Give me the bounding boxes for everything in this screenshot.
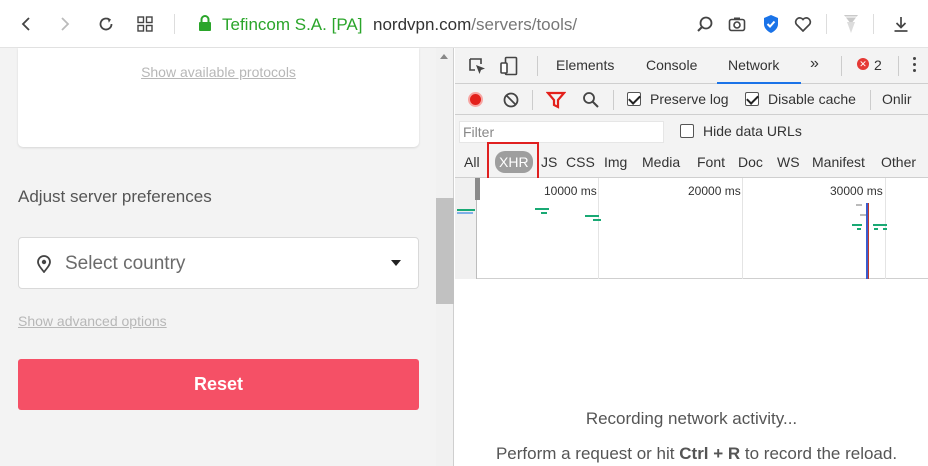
- devtools-menu-icon[interactable]: [913, 57, 917, 75]
- timeline-selection-shade: [455, 178, 477, 279]
- error-count[interactable]: 2: [874, 57, 882, 73]
- lock-icon[interactable]: [198, 14, 212, 37]
- scroll-thumb[interactable]: [436, 198, 454, 304]
- toolbar-separator: [873, 14, 874, 34]
- timeline-label: 30000 ms: [830, 184, 883, 198]
- type-filter-img[interactable]: Img: [604, 154, 627, 170]
- extension-icon[interactable]: [839, 12, 863, 36]
- address-bar[interactable]: nordvpn.com/servers/tools/: [373, 15, 577, 35]
- shield-icon[interactable]: [759, 12, 783, 36]
- preferences-title: Adjust server preferences: [18, 187, 212, 206]
- type-filter-all[interactable]: All: [464, 154, 480, 170]
- type-filter-font[interactable]: Font: [697, 154, 725, 170]
- tab-console[interactable]: Console: [646, 57, 697, 73]
- disable-cache-label[interactable]: Disable cache: [768, 91, 856, 107]
- request-bar: [852, 224, 862, 226]
- filter-input[interactable]: Filter: [459, 121, 664, 143]
- type-filter-js[interactable]: JS: [541, 154, 557, 170]
- network-overview-timeline[interactable]: 10000 ms 20000 ms 30000 ms: [455, 178, 928, 279]
- site-identity[interactable]: Tefincom S.A. [PA]: [222, 15, 362, 35]
- toolbar-separator: [870, 90, 871, 110]
- country-select-value: Select country: [65, 253, 186, 274]
- page-scrollbar[interactable]: [436, 48, 454, 466]
- show-advanced-link[interactable]: Show advanced options: [18, 313, 167, 329]
- type-filter-media[interactable]: Media: [642, 154, 680, 170]
- url-path: /servers/tools/: [471, 15, 578, 34]
- search-icon[interactable]: [693, 12, 717, 36]
- tabbar-separator: [537, 56, 538, 76]
- inspect-element-icon[interactable]: [467, 56, 487, 81]
- forward-icon[interactable]: [53, 12, 77, 36]
- timeline-gridline: [742, 178, 743, 279]
- grid-icon[interactable]: [133, 12, 157, 36]
- download-icon[interactable]: [889, 12, 913, 36]
- clear-icon[interactable]: [502, 91, 520, 114]
- timeline-handle[interactable]: [475, 178, 480, 200]
- location-pin-icon: [36, 255, 52, 278]
- request-bar: [585, 215, 599, 217]
- tab-elements[interactable]: Elements: [556, 57, 614, 73]
- tab-network[interactable]: Network: [728, 57, 779, 73]
- more-tabs-button[interactable]: »: [810, 55, 819, 73]
- preserve-log-label[interactable]: Preserve log: [650, 91, 729, 107]
- toolbar-separator: [826, 14, 827, 34]
- preserve-log-checkbox[interactable]: [627, 92, 641, 106]
- devtools-panel: Elements Console Network » ✕ 2 Preserve …: [455, 48, 928, 466]
- timeline-gridline: [598, 178, 599, 279]
- request-bar: [856, 204, 862, 206]
- protocols-card: Show available protocols: [18, 48, 419, 147]
- timeline-label: 10000 ms: [544, 184, 597, 198]
- country-select[interactable]: Select country: [18, 237, 419, 289]
- request-bar: [535, 208, 549, 210]
- filter-icon[interactable]: [545, 91, 567, 114]
- web-page: Show available protocols Adjust server p…: [0, 48, 436, 466]
- reload-hint: Perform a request or hit Ctrl + R to rec…: [460, 444, 928, 464]
- request-bar: [873, 224, 887, 226]
- throttling-select[interactable]: Onlir: [882, 91, 912, 107]
- toolbar-separator: [174, 14, 175, 34]
- timeline-label: 20000 ms: [688, 184, 741, 198]
- show-protocols-link[interactable]: Show available protocols: [18, 64, 419, 80]
- load-event-marker: [868, 203, 869, 279]
- scroll-up-arrow[interactable]: [440, 54, 448, 59]
- record-icon[interactable]: [468, 92, 483, 107]
- type-filter-doc[interactable]: Doc: [738, 154, 763, 170]
- devtools-tabbar: Elements Console Network » ✕ 2: [455, 48, 928, 84]
- hide-data-urls-label[interactable]: Hide data URLs: [703, 123, 802, 139]
- tabbar-separator: [841, 56, 842, 76]
- request-bar: [857, 228, 861, 230]
- request-bar: [457, 212, 473, 214]
- disable-cache-checkbox[interactable]: [745, 92, 759, 106]
- request-bar: [457, 209, 475, 211]
- search-icon[interactable]: [582, 91, 600, 114]
- reload-hint-pre: Perform a request or hit: [495, 444, 680, 463]
- chevron-down-icon: [391, 260, 401, 266]
- type-filter-ws[interactable]: WS: [777, 154, 800, 170]
- type-filter-other[interactable]: Other: [881, 154, 916, 170]
- network-toolbar: Preserve log Disable cache Onlir: [455, 84, 928, 115]
- toolbar-separator: [613, 90, 614, 110]
- toolbar-separator: [532, 90, 533, 110]
- reset-button[interactable]: Reset: [18, 359, 419, 410]
- type-filter-css[interactable]: CSS: [566, 154, 595, 170]
- error-icon[interactable]: ✕: [857, 58, 869, 70]
- request-bar: [541, 212, 547, 214]
- reload-hint-post: to record the reload.: [740, 444, 898, 463]
- back-icon[interactable]: [14, 12, 38, 36]
- reload-shortcut: Ctrl + R: [679, 444, 741, 463]
- camera-icon[interactable]: [725, 12, 749, 36]
- request-bar: [874, 228, 878, 230]
- tabbar-separator: [898, 56, 899, 76]
- hide-data-urls-checkbox[interactable]: [680, 124, 694, 138]
- request-bar: [883, 228, 887, 230]
- url-host: nordvpn.com: [373, 15, 472, 34]
- reload-icon[interactable]: [94, 12, 118, 36]
- heart-icon[interactable]: [791, 12, 815, 36]
- type-filter-manifest[interactable]: Manifest: [812, 154, 865, 170]
- recording-message: Recording network activity...: [585, 409, 798, 428]
- device-toolbar-icon[interactable]: [499, 56, 519, 81]
- request-bar: [593, 219, 601, 221]
- browser-toolbar: Tefincom S.A. [PA] nordvpn.com/servers/t…: [0, 0, 928, 48]
